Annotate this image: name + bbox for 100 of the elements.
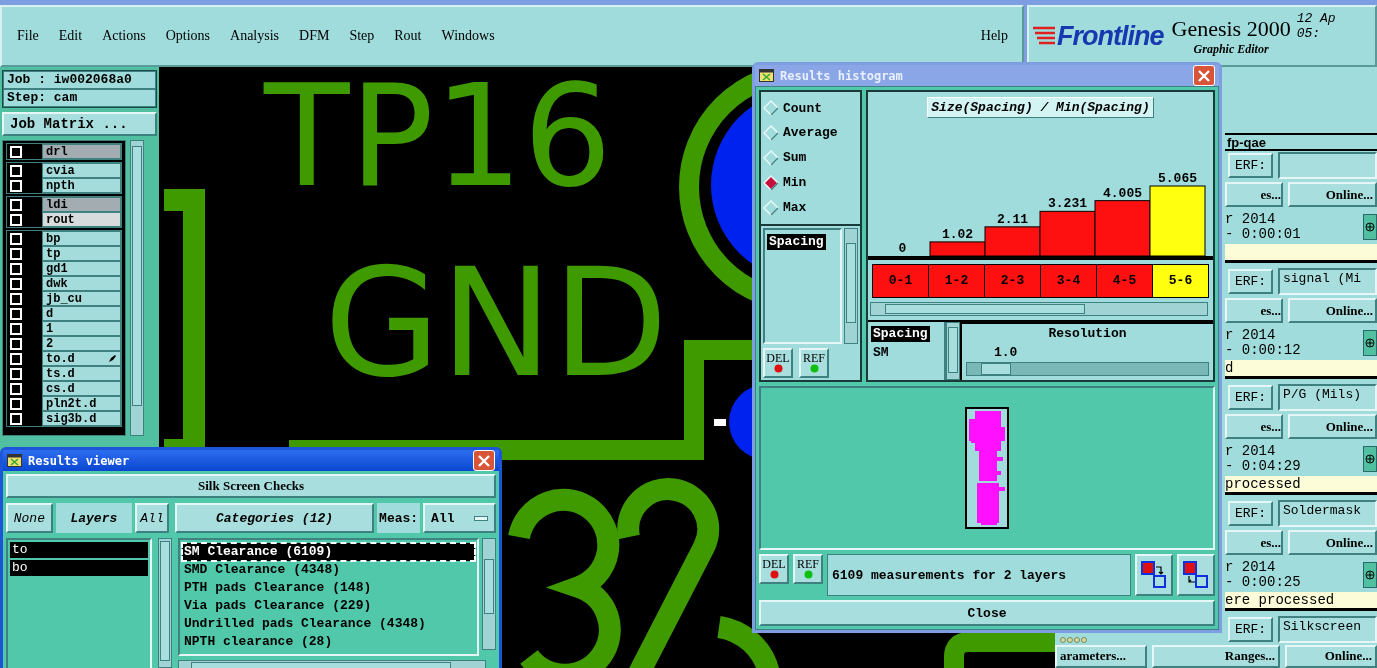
bin-label[interactable]: 2-3 — [985, 265, 1041, 297]
layer-name[interactable]: sig3b.d — [42, 411, 121, 426]
layer-checkbox[interactable] — [10, 352, 22, 365]
erf-button[interactable]: ERF: — [1228, 269, 1273, 294]
categories-button[interactable]: Categories (12) — [175, 503, 375, 533]
measure-list-item[interactable]: Spacing — [767, 233, 826, 250]
layer-checkbox[interactable] — [10, 232, 22, 245]
layer-name[interactable]: cs.d — [42, 381, 121, 396]
ref-button[interactable]: REF — [793, 554, 823, 584]
layer-name[interactable]: 2 — [42, 336, 121, 351]
layer-checkbox[interactable] — [10, 277, 22, 290]
ref-button[interactable]: REF — [799, 347, 829, 378]
category-list-item[interactable]: SM Clearance (6109) — [182, 543, 475, 561]
meas-dropdown[interactable]: All — [423, 503, 496, 533]
layer-checkbox[interactable] — [10, 397, 22, 410]
layer-checkbox[interactable] — [10, 292, 22, 305]
erf-field[interactable]: Silkscreen — [1278, 616, 1377, 643]
layer-checkbox[interactable] — [10, 337, 22, 350]
scrollbar[interactable] — [130, 140, 144, 436]
erf-button[interactable]: ERF: — [1228, 153, 1273, 178]
panel-button[interactable]: es... — [1225, 414, 1283, 439]
layer-name[interactable]: dwk — [42, 276, 121, 291]
del-button[interactable]: DEL — [759, 554, 789, 584]
layer-name[interactable]: gd1 — [42, 261, 121, 276]
scrollbar[interactable] — [946, 322, 960, 380]
expand-button[interactable] — [1363, 445, 1377, 472]
radio-button[interactable]: Sum — [763, 145, 858, 170]
radio-button[interactable]: Count — [763, 96, 858, 120]
layer-checkbox[interactable] — [10, 179, 22, 192]
layer-checkbox[interactable] — [10, 198, 22, 211]
layer-name[interactable]: jb_cu — [42, 291, 121, 306]
panel-button[interactable]: Online... — [1288, 530, 1377, 555]
scrollbar[interactable] — [844, 227, 858, 344]
panel-button[interactable]: Ranges... — [1152, 644, 1280, 668]
bin-label[interactable]: 5-6 — [1153, 265, 1208, 297]
category-list-item[interactable]: Undrilled pads Clearance (4348) — [182, 615, 475, 633]
attribute-list-item[interactable]: Spacing — [871, 326, 930, 342]
panel-button[interactable]: es... — [1225, 530, 1283, 555]
attribute-list-item[interactable]: SM — [871, 345, 891, 361]
erf-button[interactable]: ERF: — [1228, 501, 1273, 526]
layer-checkbox[interactable] — [10, 262, 22, 275]
menu-item[interactable]: Step — [349, 28, 375, 44]
bin-label[interactable]: 1-2 — [929, 265, 985, 297]
radio-button[interactable]: Max — [763, 195, 858, 220]
chart-arrow-button[interactable] — [1177, 554, 1215, 596]
layer-checkbox[interactable] — [10, 382, 22, 395]
layer-checkbox[interactable] — [10, 412, 22, 425]
category-list-item[interactable]: Via pads Clearance (229) — [182, 597, 475, 615]
erf-field[interactable]: signal (Mi — [1278, 268, 1377, 295]
layer-checkbox[interactable] — [10, 307, 22, 320]
menu-item[interactable]: Actions — [102, 28, 146, 44]
expand-button[interactable] — [1363, 213, 1377, 240]
scrollbar[interactable] — [482, 538, 496, 650]
menu-item[interactable]: Rout — [394, 28, 422, 44]
check-set-button[interactable]: Silk Screen Checks — [6, 474, 496, 498]
layer-name[interactable]: to.d — [42, 351, 121, 366]
layer-name[interactable]: ldi — [42, 197, 121, 212]
layer-name[interactable]: pln2t.d — [42, 396, 121, 411]
erf-button[interactable]: ERF: — [1228, 385, 1273, 410]
panel-button[interactable]: es... — [1225, 182, 1283, 207]
all-button[interactable]: All — [135, 503, 169, 533]
menu-item[interactable]: DFM — [299, 28, 330, 44]
panel-button[interactable]: Online... — [1288, 182, 1377, 207]
layer-name[interactable]: rout — [42, 212, 121, 227]
erf-field[interactable]: Soldermask — [1278, 500, 1377, 527]
layer-name[interactable]: tp — [42, 246, 121, 261]
category-list-item[interactable]: NPTH clearance (28) — [182, 633, 475, 651]
layer-checkbox[interactable] — [10, 367, 22, 380]
menu-item[interactable]: Analysis — [230, 28, 280, 44]
layer-name[interactable]: bp — [42, 231, 121, 246]
panel-button[interactable]: arameters... — [1055, 644, 1147, 668]
erf-field[interactable]: P/G (Mils) — [1278, 384, 1377, 411]
layer-checkbox[interactable] — [10, 145, 22, 158]
del-button[interactable]: DEL — [763, 347, 793, 378]
bin-label[interactable]: 0-1 — [873, 265, 929, 297]
chart-arrow-button[interactable] — [1135, 554, 1173, 596]
bin-label[interactable]: 3-4 — [1041, 265, 1097, 297]
layer-checkbox[interactable] — [10, 322, 22, 335]
layer-list-item[interactable]: bo — [10, 560, 148, 576]
close-button[interactable] — [1193, 65, 1215, 86]
layer-name[interactable]: npth — [42, 178, 121, 193]
close-button[interactable] — [473, 450, 495, 471]
erf-button[interactable]: ERF: — [1228, 617, 1273, 642]
panel-button[interactable]: Online... — [1288, 298, 1377, 323]
layer-checkbox[interactable] — [10, 164, 22, 177]
menu-item[interactable]: Edit — [58, 28, 83, 44]
layer-name[interactable]: d — [42, 306, 121, 321]
panel-button[interactable]: es... — [1225, 298, 1283, 323]
layer-name[interactable]: 1 — [42, 321, 121, 336]
layer-name[interactable]: ts.d — [42, 366, 121, 381]
menu-item[interactable]: Options — [165, 28, 211, 44]
panel-button[interactable]: Online... — [1288, 414, 1377, 439]
layer-name[interactable]: cvia — [42, 163, 121, 178]
scrollbar[interactable] — [870, 302, 1208, 316]
layer-name[interactable]: drl — [42, 144, 121, 159]
category-list-item[interactable]: SMD Clearance (4348) — [182, 561, 475, 579]
expand-button[interactable] — [1363, 329, 1377, 356]
none-button[interactable]: None — [6, 503, 53, 533]
menu-item[interactable]: File — [17, 28, 39, 44]
layer-list-item[interactable]: to — [10, 542, 148, 558]
